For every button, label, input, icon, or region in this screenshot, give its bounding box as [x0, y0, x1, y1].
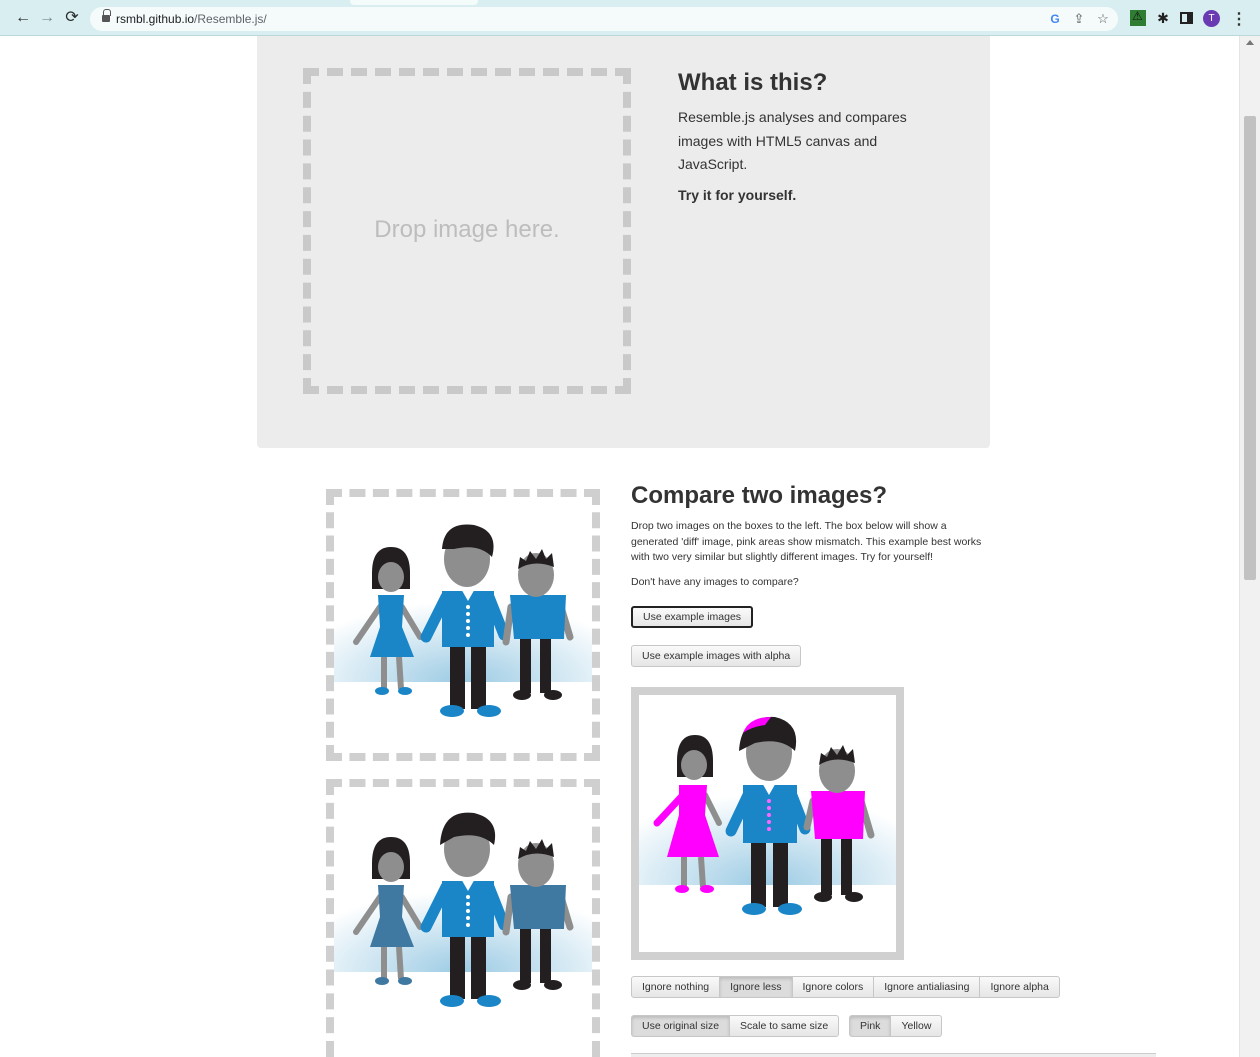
image-drop-box-1[interactable] [326, 489, 600, 761]
ignore-alpha-button[interactable]: Ignore alpha [979, 976, 1060, 998]
compare-title: Compare two images? [631, 482, 888, 509]
puzzle-icon[interactable]: ✱ [1155, 10, 1171, 26]
color-options-group: Pink Yellow [849, 1015, 943, 1038]
profile-avatar[interactable]: T [1203, 10, 1220, 27]
side-panel-icon[interactable] [1180, 12, 1193, 24]
address-bar[interactable]: rsmbl.github.io/Resemble.js/ G ⇪ ☆ [90, 7, 1118, 31]
ignore-colors-button[interactable]: Ignore colors [791, 976, 875, 998]
family-image-2 [334, 812, 592, 1007]
page-scrollbar[interactable] [1239, 36, 1260, 1057]
ignore-nothing-button[interactable]: Ignore nothing [631, 976, 721, 998]
diff-image-box [631, 687, 904, 960]
forward-icon[interactable]: → [38, 9, 56, 27]
scroll-thumb[interactable] [1244, 116, 1256, 580]
size-options-group: Use original size Scale to same size [631, 1015, 840, 1038]
scroll-up-arrow-icon[interactable] [1246, 40, 1254, 45]
extension-warning-icon[interactable] [1130, 9, 1146, 26]
url-text[interactable]: rsmbl.github.io/Resemble.js/ [116, 12, 267, 26]
use-example-images-alpha-button[interactable]: Use example images with alpha [631, 645, 802, 667]
use-original-size-button[interactable]: Use original size [631, 1015, 731, 1037]
hero-title: What is this? [678, 69, 828, 96]
scale-to-same-size-button[interactable]: Scale to same size [729, 1015, 840, 1037]
compare-question: Don't have any images to compare? [631, 576, 799, 588]
hero-section: Drop image here. What is this? Resemble.… [257, 36, 990, 448]
lock-icon[interactable] [102, 9, 111, 23]
ignore-less-button[interactable]: Ignore less [719, 976, 793, 998]
compare-description: Drop two images on the boxes to the left… [631, 520, 982, 563]
diff-image [639, 716, 896, 915]
hero-try-text: Try it for yourself. [678, 187, 797, 203]
use-example-images-button[interactable]: Use example images [631, 606, 754, 628]
back-icon[interactable]: ← [14, 9, 32, 27]
next-controls-row-edge [631, 1053, 1156, 1057]
browser-toolbar: ← → ⟳ rsmbl.github.io/Resemble.js/ G ⇪ ☆… [0, 0, 1260, 36]
reload-icon[interactable]: ⟳ [63, 9, 81, 27]
kebab-menu-icon[interactable]: ⋮ [1231, 9, 1247, 29]
share-icon[interactable]: ⇪ [1070, 10, 1088, 28]
yellow-button[interactable]: Yellow [890, 1015, 943, 1037]
ignore-antialiasing-button[interactable]: Ignore antialiasing [873, 976, 981, 998]
hero-drop-zone[interactable]: Drop image here. [303, 68, 631, 394]
ignore-options-group: Ignore nothing Ignore less Ignore colors… [631, 976, 1060, 999]
hero-description: Resemble.js analyses and compares images… [678, 109, 907, 172]
star-icon[interactable]: ☆ [1094, 10, 1112, 28]
pink-button[interactable]: Pink [849, 1015, 892, 1037]
google-icon[interactable]: G [1046, 10, 1064, 28]
drop-zone-text: Drop image here. [374, 216, 560, 243]
active-tab-edge [350, 0, 478, 5]
image-drop-box-2[interactable] [326, 779, 600, 1057]
family-image-1 [334, 524, 592, 717]
